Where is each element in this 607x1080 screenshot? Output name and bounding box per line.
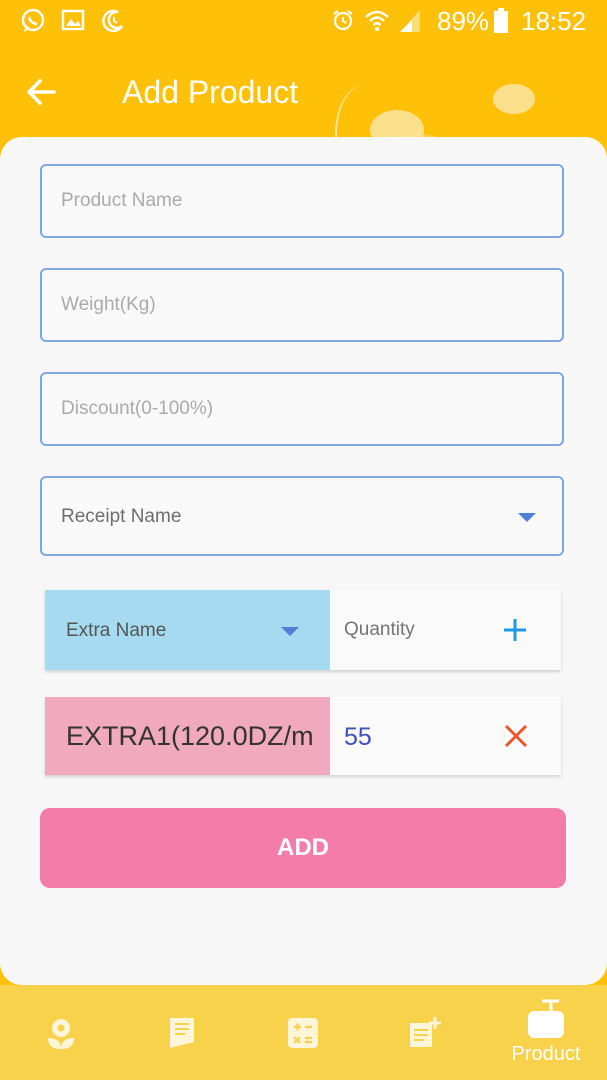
night-clock-icon	[102, 9, 124, 33]
weight-field	[40, 268, 564, 342]
flower-icon	[47, 1019, 74, 1049]
gallery-icon	[61, 9, 85, 31]
receipt-icon	[169, 1018, 194, 1048]
back-arrow-icon[interactable]	[22, 72, 62, 112]
nav-item-calculator[interactable]	[242, 985, 363, 1080]
nav-item-receipt[interactable]	[121, 985, 242, 1080]
discount-field	[40, 372, 564, 446]
extra-name-label: Extra Name	[66, 620, 167, 641]
extra-item-quantity: 55	[344, 723, 372, 751]
chevron-down-icon	[281, 627, 299, 636]
product-name-field	[40, 164, 564, 238]
nav-item-flower[interactable]	[0, 985, 121, 1080]
extra-selector-row: Extra Name	[45, 590, 561, 670]
whatsapp-icon	[21, 8, 45, 32]
extra-item-name-text: EXTRA1(120.0DZ/mı	[66, 721, 313, 751]
add-button[interactable]: ADD	[40, 808, 566, 888]
extra-name-select[interactable]: Extra Name	[45, 590, 330, 670]
app-bar: Add Product	[0, 44, 607, 194]
page-title: Add Product	[122, 74, 299, 110]
bottom-nav: Product	[0, 985, 607, 1080]
nav-item-product[interactable]: Product	[485, 985, 607, 1080]
nav-label-product: Product	[511, 1043, 581, 1065]
battery-percent: 89%	[437, 6, 490, 36]
signal-icon	[400, 10, 420, 32]
alarm-icon	[333, 10, 353, 31]
extra-item-row: EXTRA1(120.0DZ/mı 55	[45, 697, 561, 775]
quantity-input[interactable]	[330, 590, 480, 670]
product-name-input[interactable]	[42, 166, 562, 236]
plus-icon[interactable]	[502, 617, 528, 643]
chevron-down-icon	[518, 513, 536, 522]
wifi-icon	[365, 10, 389, 31]
nav-item-add-note[interactable]	[363, 985, 484, 1080]
clock: 18:52	[521, 6, 587, 36]
product-icon	[528, 999, 564, 1038]
extra-item-quantity-cell: 55	[330, 697, 561, 775]
quantity-field	[330, 590, 561, 670]
receipt-name-label: Receipt Name	[61, 506, 182, 527]
close-icon[interactable]	[503, 723, 529, 749]
weight-input[interactable]	[42, 270, 562, 340]
calculator-icon	[287, 1018, 318, 1048]
note-add-icon	[409, 1017, 441, 1047]
battery-icon	[494, 8, 508, 33]
extra-item-name: EXTRA1(120.0DZ/mı	[45, 697, 330, 775]
receipt-name-select[interactable]: Receipt Name	[40, 476, 564, 556]
discount-input[interactable]	[42, 374, 562, 444]
form-card: Receipt Name Extra Name EXTRA1(120.0DZ/m…	[0, 137, 607, 985]
decoration	[493, 84, 535, 114]
status-bar: 89% 18:52	[0, 0, 607, 44]
